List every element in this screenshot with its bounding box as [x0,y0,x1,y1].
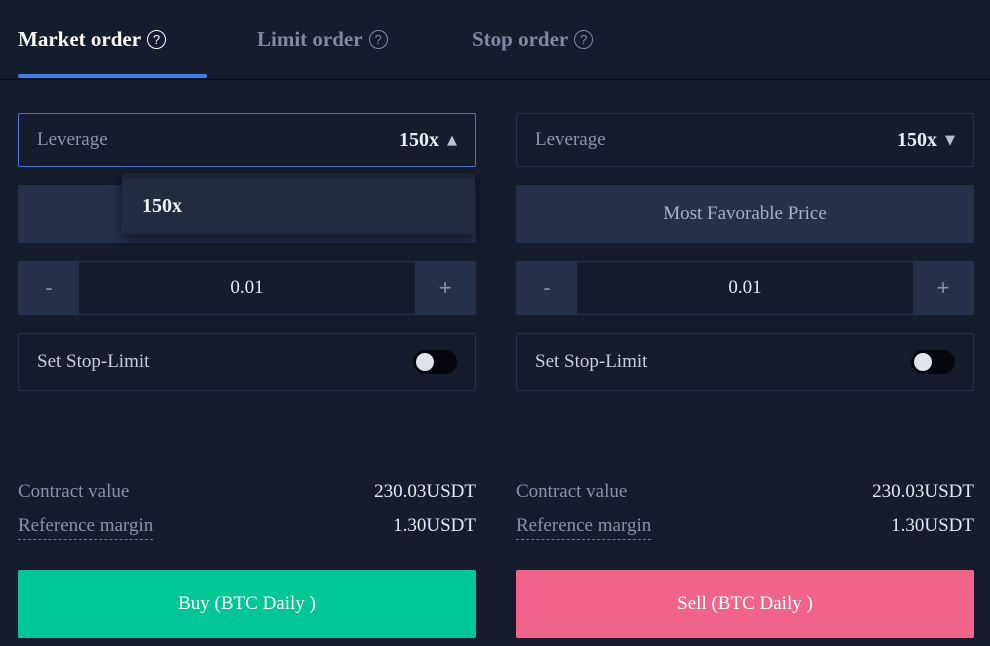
leverage-value: 150x ▼ [897,129,955,152]
sell-button[interactable]: Sell (BTC Daily ) [516,570,974,638]
help-icon[interactable]: ? [147,29,167,49]
caret-down-icon: ▼ [945,132,955,148]
reference-margin-value: 1.30USDT [393,515,476,536]
reference-margin-value: 1.30USDT [891,515,974,536]
reference-margin-row: Reference margin 1.30USDT [18,515,476,540]
leverage-dropdown-menu: 150x [122,173,475,235]
stop-limit-toggle[interactable] [413,350,457,374]
stop-limit-label: Set Stop-Limit [37,351,150,372]
leverage-label: Leverage [535,129,606,150]
quantity-stepper-buy: - 0.01 + [18,261,476,315]
tab-market-order[interactable]: Market order ? [18,24,167,54]
increment-button[interactable]: + [415,262,475,314]
stop-limit-toggle[interactable] [911,350,955,374]
contract-value-label: Contract value [516,481,628,502]
tab-label: Limit order [257,26,363,51]
help-icon[interactable]: ? [574,29,594,49]
tab-stop-order[interactable]: Stop order ? [472,24,594,54]
buy-button[interactable]: Buy (BTC Daily ) [18,570,476,638]
quantity-input[interactable]: 0.01 [577,262,913,314]
toggle-knob [914,353,932,371]
quantity-stepper-sell: - 0.01 + [516,261,974,315]
order-type-tabs: Market order ? Limit order ? Stop order … [0,0,990,80]
increment-button[interactable]: + [913,262,973,314]
contract-value-row: Contract value 230.03USDT [18,481,476,503]
contract-value-row: Contract value 230.03USDT [516,481,974,503]
help-icon[interactable]: ? [368,29,388,49]
tab-limit-order[interactable]: Limit order ? [257,24,388,54]
active-tab-indicator [18,74,207,78]
leverage-value-text: 150x [399,128,439,151]
leverage-label: Leverage [37,129,108,150]
most-favorable-price-button[interactable]: Most Favorable Price [516,185,974,243]
tab-label: Stop order [472,26,569,51]
contract-value: 230.03USDT [872,481,974,502]
caret-up-icon: ▲ [447,132,457,148]
stop-limit-row-buy: Set Stop-Limit [18,333,476,391]
decrement-button[interactable]: - [517,262,577,314]
reference-margin-label[interactable]: Reference margin [18,515,154,540]
toggle-knob [416,353,434,371]
reference-margin-row: Reference margin 1.30USDT [516,515,974,540]
stop-limit-label: Set Stop-Limit [535,351,648,372]
contract-value: 230.03USDT [374,481,476,502]
quantity-input[interactable]: 0.01 [79,262,415,314]
tab-label: Market order [18,26,142,51]
leverage-value-text: 150x [897,128,937,151]
contract-value-label: Contract value [18,481,130,502]
leverage-select-buy[interactable]: Leverage 150x ▲ [18,113,476,167]
decrement-button[interactable]: - [19,262,79,314]
leverage-option-150x[interactable]: 150x [122,179,475,233]
reference-margin-label[interactable]: Reference margin [516,515,652,540]
stop-limit-row-sell: Set Stop-Limit [516,333,974,391]
leverage-value: 150x ▲ [399,129,457,152]
leverage-select-sell[interactable]: Leverage 150x ▼ [516,113,974,167]
